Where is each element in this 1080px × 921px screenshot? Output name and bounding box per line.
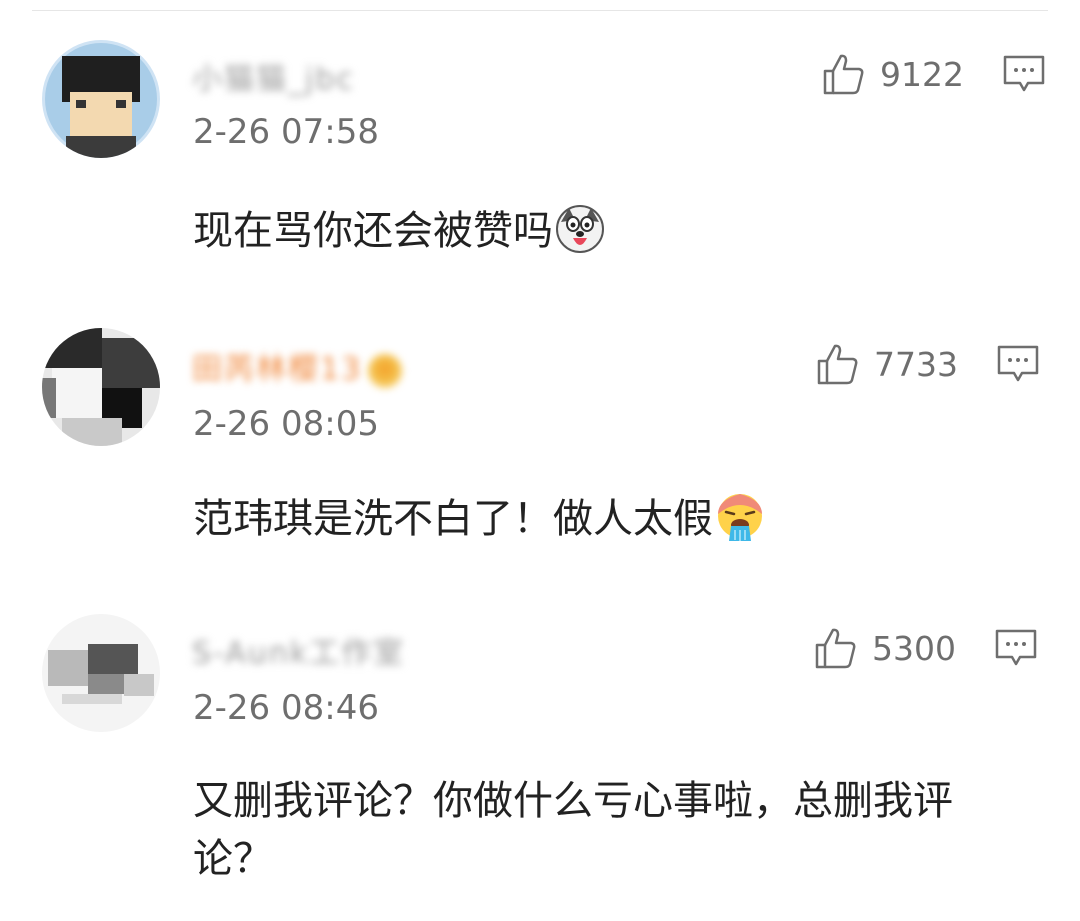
comment-text: 范玮琪是洗不白了！做人太假 bbox=[193, 490, 1023, 548]
comment-bubble-icon[interactable] bbox=[996, 344, 1040, 384]
like-count: 9122 bbox=[880, 54, 964, 94]
timestamp: 2-26 08:05 bbox=[193, 404, 379, 444]
username[interactable]: S-Aunk工作室 bbox=[192, 628, 405, 672]
thumbs-up-outline-icon bbox=[817, 344, 858, 385]
user-badge-icon bbox=[368, 353, 403, 388]
avatar[interactable] bbox=[42, 328, 160, 446]
like-button[interactable]: 5300 bbox=[814, 626, 956, 670]
comment-text: 现在骂你还会被赞吗 bbox=[193, 202, 1023, 260]
like-button[interactable]: 9122 bbox=[822, 52, 964, 96]
comment-text-content: 范玮琪是洗不白了！做人太假 bbox=[193, 496, 713, 542]
avatar-image bbox=[42, 614, 160, 732]
thumbs-up-outline-icon bbox=[815, 628, 856, 669]
husky-tongue-emoji bbox=[556, 205, 604, 253]
like-count: 7733 bbox=[874, 344, 958, 384]
top-divider bbox=[32, 10, 1048, 11]
avatar[interactable] bbox=[42, 614, 160, 732]
avatar-image bbox=[42, 328, 160, 446]
comment-text-content: 现在骂你还会被赞吗 bbox=[193, 208, 553, 254]
username[interactable]: 小猫猫_jbc bbox=[192, 54, 355, 98]
vomit-emoji bbox=[718, 494, 762, 541]
avatar[interactable] bbox=[42, 40, 160, 158]
comment-bubble-icon[interactable] bbox=[1002, 54, 1046, 94]
thumbs-up-outline-icon bbox=[823, 54, 864, 95]
timestamp: 2-26 08:46 bbox=[193, 688, 379, 728]
like-count: 5300 bbox=[872, 628, 956, 668]
username-text: 田芮林樱13 bbox=[192, 352, 363, 387]
comment-text: 又删我评论？你做什么亏心事啦，总删我评论？ bbox=[193, 778, 953, 882]
timestamp: 2-26 07:58 bbox=[193, 112, 379, 152]
avatar-image bbox=[42, 40, 160, 158]
like-button[interactable]: 7733 bbox=[816, 342, 958, 386]
comment-bubble-icon[interactable] bbox=[994, 628, 1038, 668]
username[interactable]: 田芮林樱13 bbox=[192, 344, 403, 388]
